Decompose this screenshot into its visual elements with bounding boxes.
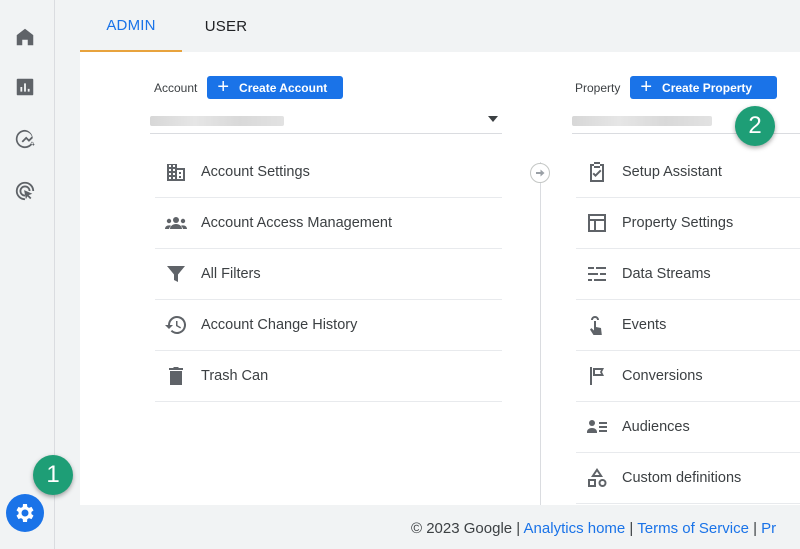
menu-item-account-access[interactable]: Account Access Management bbox=[155, 198, 502, 249]
touch-icon bbox=[584, 312, 610, 338]
gear-icon bbox=[16, 504, 34, 522]
property-label: Property bbox=[575, 80, 621, 95]
shapes-icon bbox=[584, 465, 610, 491]
menu-item-label: Conversions bbox=[622, 368, 703, 384]
streams-icon bbox=[584, 261, 610, 287]
people-icon bbox=[163, 210, 189, 236]
column-divider bbox=[540, 162, 541, 505]
menu-item-trash-can[interactable]: Trash Can bbox=[155, 351, 502, 402]
building-icon bbox=[163, 159, 189, 185]
audience-icon bbox=[584, 414, 610, 440]
tab-bar: ADMIN USER bbox=[80, 0, 800, 52]
menu-item-label: Audiences bbox=[622, 419, 690, 435]
step-badge-1: 1 bbox=[33, 455, 73, 495]
menu-item-label: Events bbox=[622, 317, 667, 333]
plus-icon: + bbox=[640, 75, 653, 98]
footer-separator: | bbox=[748, 520, 762, 537]
footer-copyright: © 2023 Google bbox=[411, 520, 513, 537]
layout-icon bbox=[584, 210, 610, 236]
arrow-right-icon bbox=[530, 163, 550, 183]
menu-item-label: Custom definitions bbox=[622, 470, 742, 486]
create-property-label: Create Property bbox=[662, 80, 753, 95]
menu-item-account-settings[interactable]: Account Settings bbox=[155, 147, 502, 198]
account-name-redacted bbox=[150, 116, 284, 126]
property-menu: Setup Assistant Property Settings Data S… bbox=[576, 147, 800, 504]
menu-item-property-settings[interactable]: Property Settings bbox=[576, 198, 800, 249]
menu-item-conversions[interactable]: Conversions bbox=[576, 351, 800, 402]
flag-icon bbox=[584, 363, 610, 389]
account-selector[interactable] bbox=[150, 108, 502, 134]
menu-item-label: Account Settings bbox=[201, 164, 310, 180]
menu-item-events[interactable]: Events bbox=[576, 300, 800, 351]
tab-user[interactable]: USER bbox=[190, 0, 262, 52]
history-icon bbox=[163, 312, 189, 338]
create-account-button[interactable]: + Create Account bbox=[207, 75, 344, 99]
footer-link-privacy[interactable]: Pr bbox=[761, 520, 776, 537]
account-label: Account bbox=[154, 80, 198, 95]
menu-item-all-filters[interactable]: All Filters bbox=[155, 249, 502, 300]
menu-item-label: Property Settings bbox=[622, 215, 734, 231]
advertising-icon[interactable] bbox=[12, 178, 38, 204]
plus-icon: + bbox=[217, 75, 230, 98]
property-column-header: Property + Create Property bbox=[575, 75, 778, 99]
footer-separator: | bbox=[625, 520, 638, 537]
account-column-header: Account + Create Account bbox=[154, 75, 344, 99]
menu-item-audiences[interactable]: Audiences bbox=[576, 402, 800, 453]
tab-admin[interactable]: ADMIN bbox=[80, 0, 182, 52]
create-account-label: Create Account bbox=[239, 80, 328, 95]
menu-item-label: Setup Assistant bbox=[622, 164, 722, 180]
menu-item-data-streams[interactable]: Data Streams bbox=[576, 249, 800, 300]
clipboard-check-icon bbox=[584, 159, 610, 185]
admin-panel: Account + Create Account Property + Crea… bbox=[80, 52, 800, 505]
trash-icon bbox=[163, 363, 189, 389]
property-name-redacted bbox=[572, 116, 712, 126]
menu-item-label: Account Change History bbox=[201, 317, 358, 333]
admin-gear-button[interactable] bbox=[6, 494, 44, 532]
explore-icon[interactable] bbox=[12, 126, 38, 152]
menu-item-label: Data Streams bbox=[622, 266, 711, 282]
home-icon[interactable] bbox=[12, 24, 38, 50]
menu-item-custom-definitions[interactable]: Custom definitions bbox=[576, 453, 800, 504]
account-menu: Account Settings Account Access Manageme… bbox=[155, 147, 502, 402]
menu-item-label: Account Access Management bbox=[201, 215, 393, 231]
footer-link-terms[interactable]: Terms of Service bbox=[637, 520, 749, 537]
menu-item-setup-assistant[interactable]: Setup Assistant bbox=[576, 147, 800, 198]
footer-separator: | bbox=[512, 520, 524, 537]
step-badge-2: 2 bbox=[735, 106, 775, 146]
chevron-down-icon bbox=[488, 116, 498, 122]
footer-link-analytics-home[interactable]: Analytics home bbox=[524, 520, 626, 537]
filter-icon bbox=[163, 261, 189, 287]
menu-item-label: All Filters bbox=[201, 266, 261, 282]
create-property-button[interactable]: + Create Property bbox=[630, 75, 778, 99]
menu-item-label: Trash Can bbox=[201, 368, 269, 384]
footer: © 2023 Google | Analytics home | Terms o… bbox=[411, 520, 776, 537]
reports-icon[interactable] bbox=[12, 74, 38, 100]
menu-item-account-change-history[interactable]: Account Change History bbox=[155, 300, 502, 351]
